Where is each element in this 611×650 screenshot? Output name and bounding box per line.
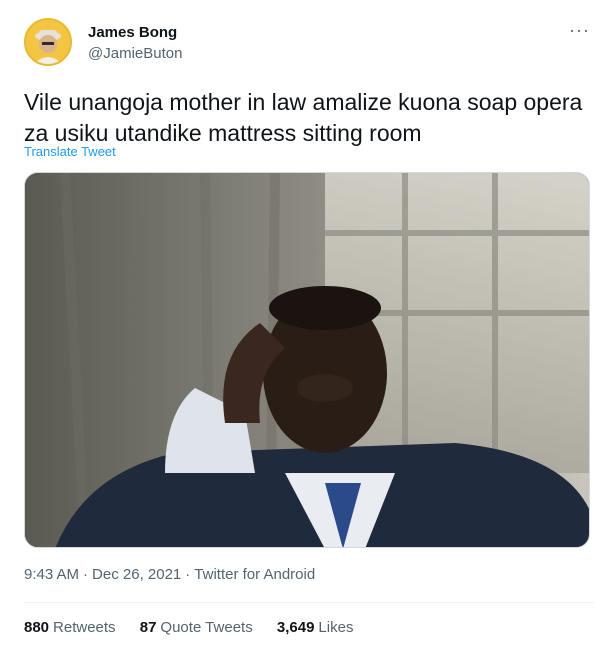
- translate-tweet-link[interactable]: Translate Tweet: [24, 144, 116, 159]
- quote-tweets-stat[interactable]: 87 Quote Tweets: [140, 619, 253, 636]
- avatar-illustration: [26, 20, 70, 64]
- retweets-stat[interactable]: 880 Retweets: [24, 619, 116, 636]
- likes-label: Likes: [318, 619, 354, 636]
- tweet-time[interactable]: 9:43 AM: [24, 566, 79, 583]
- divider: [24, 602, 594, 603]
- tweet-text: Vile unangoja mother in law amalize kuon…: [24, 89, 583, 146]
- photo-illustration: [25, 173, 589, 547]
- tweet-meta: 9:43 AM · Dec 26, 2021 · Twitter for Android: [24, 566, 315, 583]
- tweet-photo[interactable]: [24, 172, 590, 548]
- quote-tweets-count: 87: [139, 619, 157, 636]
- more-options-icon[interactable]: ···: [569, 21, 590, 39]
- tweet-header: James Bong @JamieButon ···: [24, 18, 594, 68]
- tweet-source[interactable]: Twitter for Android: [194, 566, 315, 583]
- tweet-date[interactable]: Dec 26, 2021: [92, 566, 181, 583]
- retweets-label: Retweets: [53, 619, 116, 636]
- separator: ·: [185, 566, 191, 583]
- user-handle[interactable]: @JamieButon: [88, 45, 182, 62]
- likes-stat[interactable]: 3,649 Likes: [277, 619, 354, 636]
- likes-count: 3,649: [276, 619, 315, 636]
- tweet-stats: 880 Retweets 87 Quote Tweets 3,649 Likes: [24, 619, 373, 636]
- separator: ·: [83, 566, 89, 583]
- display-name[interactable]: James Bong: [88, 24, 177, 41]
- avatar[interactable]: [24, 18, 72, 66]
- retweets-count: 880: [24, 619, 50, 636]
- tweet-card: James Bong @JamieButon ··· Vile unangoja…: [0, 0, 611, 650]
- quote-tweets-label: Quote Tweets: [160, 619, 253, 636]
